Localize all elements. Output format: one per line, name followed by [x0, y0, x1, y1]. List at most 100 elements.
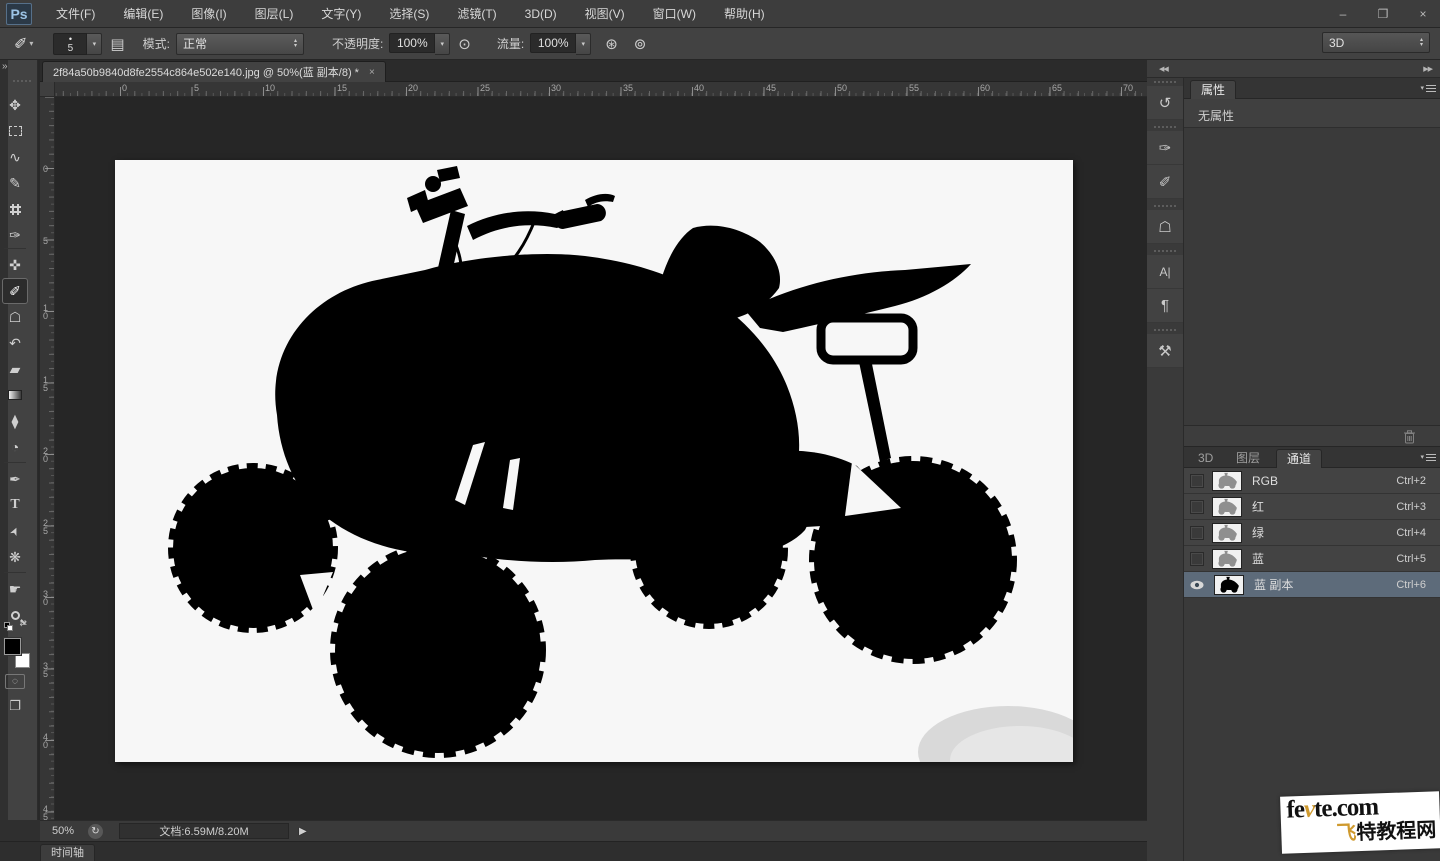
brush-size-dropdown-button[interactable]: ▾	[87, 33, 102, 55]
menu-view[interactable]: 视图(V)	[571, 0, 639, 28]
channel-row-blue[interactable]: 蓝 Ctrl+5	[1184, 546, 1440, 572]
updown-arrows-icon: ▴▾	[1420, 38, 1423, 48]
hand-tool[interactable]: ☛	[2, 576, 28, 602]
tab-channels[interactable]: 通道	[1276, 449, 1322, 468]
restore-button[interactable]: ❐	[1374, 7, 1392, 21]
pen-pressure-opacity-icon[interactable]: ⊙	[458, 35, 471, 53]
horizontal-ruler[interactable]: 0 5 10 15 20 25 30 35 40 45 50 55 60 65 …	[55, 82, 1147, 97]
channel-row-rgb[interactable]: RGB Ctrl+2	[1184, 468, 1440, 494]
menu-file[interactable]: 文件(F)	[42, 0, 109, 28]
menu-select[interactable]: 选择(S)	[375, 0, 443, 28]
history-brush-tool[interactable]: ↶	[2, 330, 28, 356]
type-icon: T	[10, 497, 19, 513]
flow-widget[interactable]: 100% ▾	[530, 33, 591, 55]
channels-panel-menu-button[interactable]: ▾	[1420, 453, 1436, 461]
clone-stamp-tool[interactable]: ☖	[2, 304, 28, 330]
flow-dropdown-button[interactable]: ▾	[576, 33, 591, 55]
dodge-tool[interactable]: ◔	[2, 434, 28, 460]
visibility-checkbox[interactable]	[1190, 552, 1204, 566]
history-panel-button[interactable]: ↺	[1147, 86, 1183, 120]
menu-type[interactable]: 文字(Y)	[307, 0, 375, 28]
screen-mode-button[interactable]: ❐	[5, 698, 25, 714]
toolbar-collapse-button[interactable]: »	[2, 61, 16, 73]
blend-mode-select[interactable]: 正常 ▴▾	[176, 33, 304, 55]
menu-layer[interactable]: 图层(L)	[241, 0, 308, 28]
clone-source-panel-button[interactable]: ☖	[1147, 210, 1183, 244]
pasteboard[interactable]	[55, 97, 1147, 820]
opacity-dropdown-button[interactable]: ▾	[435, 33, 450, 55]
dock-header[interactable]: ◀◀ ▶▶	[1147, 60, 1440, 78]
background-color-swatch[interactable]	[15, 653, 30, 668]
ruler-label: 25	[42, 519, 49, 535]
foreground-color-swatch[interactable]	[4, 638, 21, 655]
panel-grip	[1154, 205, 1176, 207]
type-tool[interactable]: T	[2, 492, 28, 518]
tab-3d[interactable]: 3D	[1188, 449, 1223, 468]
visibility-checkbox[interactable]	[1190, 500, 1204, 514]
photoshop-window: Ps 文件(F) 编辑(E) 图像(I) 图层(L) 文字(Y) 选择(S) 滤…	[0, 0, 1440, 861]
brush-presets-panel-button[interactable]: ✑	[1147, 131, 1183, 165]
brush-tool-preset-button[interactable]: ✐ ▾	[0, 34, 39, 54]
eraser-tool[interactable]: ▰	[2, 356, 28, 382]
status-arrow-icon[interactable]: ▶	[299, 826, 307, 837]
channel-row-blue-copy[interactable]: 蓝 副本 Ctrl+6	[1184, 572, 1440, 598]
opacity-widget[interactable]: 100% ▾	[389, 33, 450, 55]
brush-settings-panel-button[interactable]: ✐	[1147, 165, 1183, 199]
character-panel-button[interactable]: A|	[1147, 255, 1183, 289]
eyedropper-tool[interactable]: ✑	[2, 222, 28, 248]
menu-image[interactable]: 图像(I)	[177, 0, 240, 28]
panel-column: 属性 ▾ 无属性	[1184, 78, 1440, 861]
menu-filter[interactable]: 滤镜(T)	[443, 0, 510, 28]
lasso-tool[interactable]: ∿	[2, 144, 28, 170]
menu-3d[interactable]: 3D(D)	[511, 0, 571, 28]
paragraph-panel-button[interactable]: ¶	[1147, 289, 1183, 323]
close-tab-icon[interactable]: ×	[369, 67, 375, 78]
visibility-eye-icon[interactable]	[1188, 578, 1206, 592]
visibility-checkbox[interactable]	[1190, 474, 1204, 488]
toolbar-grip[interactable]	[13, 80, 31, 82]
opacity-value: 100%	[389, 33, 435, 53]
tab-layers[interactable]: 图层	[1226, 449, 1270, 468]
path-selection-tool[interactable]: ➤	[2, 518, 28, 544]
vertical-ruler[interactable]: 0 5 10 15 20 25 30 35 40 45	[40, 97, 55, 820]
airbrush-icon[interactable]: ⊛	[605, 35, 618, 53]
rectangular-marquee-tool[interactable]	[2, 118, 28, 144]
gradient-tool[interactable]	[2, 382, 28, 408]
swap-colors-icon[interactable]: ⇄	[19, 618, 27, 629]
toggle-brush-panel-button[interactable]: ▤	[110, 35, 124, 53]
blur-tool[interactable]: ⧫	[2, 408, 28, 434]
workspace-select[interactable]: 3D ▴▾	[1322, 32, 1430, 53]
quick-mask-button[interactable]: ◌	[5, 674, 25, 689]
sync-icon[interactable]: ↻	[88, 824, 103, 839]
pen-tool[interactable]: ✒	[2, 466, 28, 492]
collapse-dock-icon[interactable]: ◀◀	[1159, 65, 1168, 73]
menu-help[interactable]: 帮助(H)	[710, 0, 779, 28]
document-size-field[interactable]: 文档:6.59M/8.20M	[119, 823, 289, 839]
brush-size-widget[interactable]: • 5 ▾	[53, 33, 102, 55]
properties-panel-menu-button[interactable]: ▾	[1420, 84, 1436, 92]
menu-edit[interactable]: 编辑(E)	[109, 0, 177, 28]
document-tab[interactable]: 2f84a50b9840d8fe2554c864e502e140.jpg @ 5…	[42, 61, 386, 82]
channel-row-red[interactable]: 红 Ctrl+3	[1184, 494, 1440, 520]
tab-properties[interactable]: 属性	[1190, 80, 1236, 99]
expand-dock-icon[interactable]: ▶▶	[1423, 65, 1432, 73]
custom-shape-tool[interactable]: ❋	[2, 544, 28, 570]
quick-selection-tool[interactable]: ✎	[2, 170, 28, 196]
tool-presets-panel-button[interactable]: ⚒	[1147, 334, 1183, 368]
canvas[interactable]	[115, 160, 1073, 762]
brush-tool[interactable]: ✐	[2, 278, 28, 304]
spot-healing-brush-tool[interactable]: ✜	[2, 252, 28, 278]
timeline-tab[interactable]: 时间轴	[40, 844, 95, 861]
trash-icon[interactable]	[1403, 430, 1416, 444]
menu-window[interactable]: 窗口(W)	[639, 0, 710, 28]
pen-pressure-size-icon[interactable]: ⊚	[634, 35, 647, 53]
channel-row-green[interactable]: 绿 Ctrl+4	[1184, 520, 1440, 546]
move-tool[interactable]: ✥	[2, 92, 28, 118]
zoom-level-field[interactable]: 50%	[52, 825, 88, 837]
close-button[interactable]: ×	[1414, 7, 1432, 21]
minimize-button[interactable]: –	[1334, 7, 1352, 21]
crop-tool[interactable]	[2, 196, 28, 222]
ruler-corner[interactable]	[40, 82, 55, 97]
visibility-checkbox[interactable]	[1190, 526, 1204, 540]
ruler-label: 45	[42, 805, 49, 821]
